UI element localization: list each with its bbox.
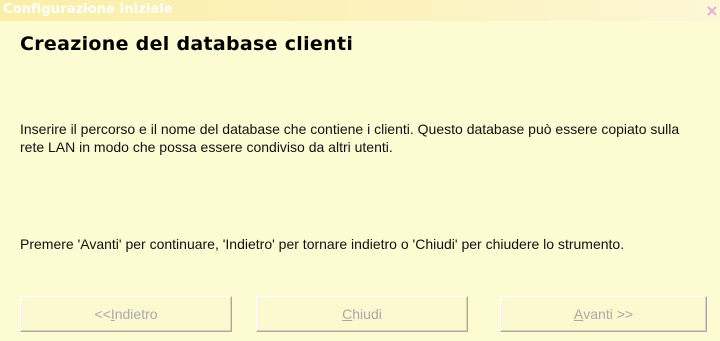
page-heading: Creazione del database clienti <box>20 33 354 55</box>
description-text: Inserire il percorso e il nome del datab… <box>20 121 680 155</box>
instruction-text: Premere 'Avanti' per continuare, 'Indiet… <box>20 236 625 252</box>
title-bar: Configurazione iniziale × <box>0 0 720 21</box>
next-button-mnemonic: A <box>573 306 584 322</box>
close-button-label: hiudi <box>352 306 382 322</box>
back-button-label: ndietro <box>114 306 158 322</box>
next-button[interactable]: Avanti >> <box>500 296 707 332</box>
window-title: Configurazione iniziale <box>3 2 173 17</box>
close-button-mnemonic: C <box>342 306 353 322</box>
close-button[interactable]: Chiudi <box>256 296 468 332</box>
back-button[interactable]: << Indietro <box>20 296 232 332</box>
next-button-label: vanti >> <box>583 306 634 322</box>
back-button-prefix: << <box>94 306 111 322</box>
close-icon[interactable]: × <box>704 2 720 19</box>
